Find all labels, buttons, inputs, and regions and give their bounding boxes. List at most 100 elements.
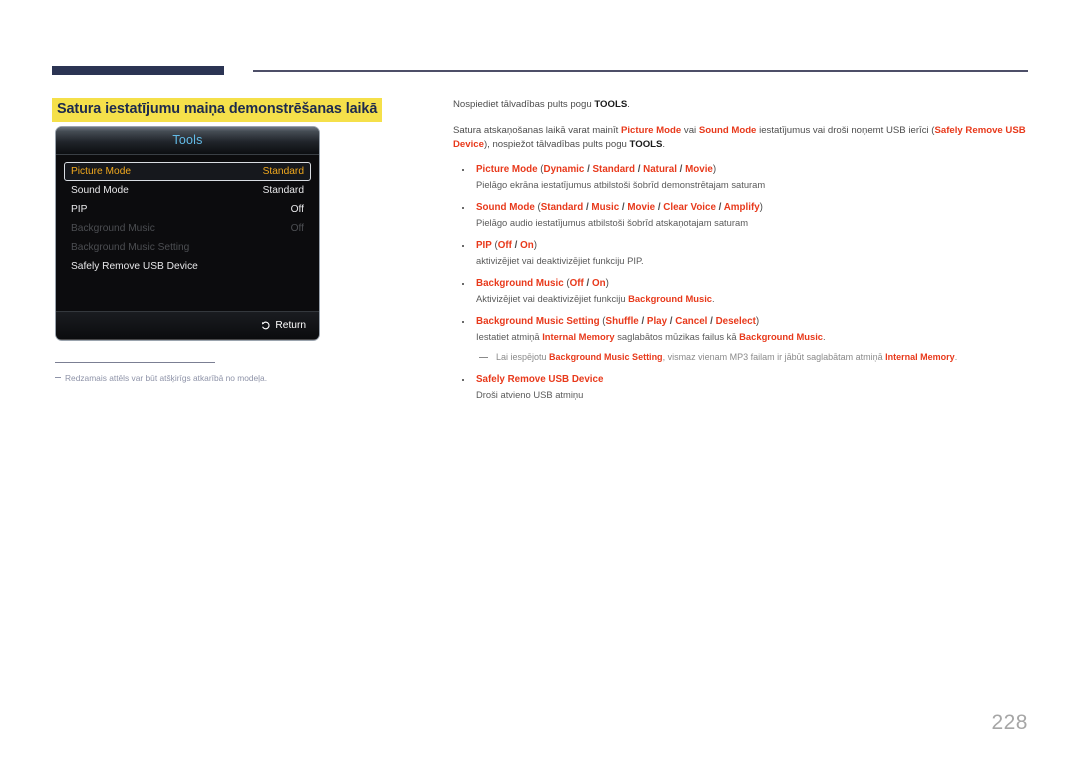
note-mid: , vismaz vienam MP3 failam ir jābūt sagl…	[662, 351, 886, 362]
option-value-0: Off	[569, 277, 584, 289]
option-value-0: Off	[497, 239, 512, 251]
header-accent-bar	[52, 66, 224, 75]
option-value-0: Dynamic	[543, 163, 585, 175]
menu-item-label: Safely Remove USB Device	[71, 261, 198, 272]
option-description: Pielāgo audio iestatījumus atbilstoši šo…	[476, 216, 749, 228]
option-value-1: Standard	[592, 163, 635, 175]
option-title: Sound Mode (Standard / Music / Movie / C…	[476, 201, 763, 213]
footnote-dash-icon	[55, 377, 61, 378]
return-button[interactable]: Return	[261, 320, 306, 331]
option-name: Picture Mode	[476, 163, 538, 175]
menu-item-value: Off	[290, 223, 304, 234]
menu-item-label: Sound Mode	[71, 185, 129, 196]
option-value-1: On	[520, 239, 534, 251]
option-description: Iestatiet atmiņā Internal Memory saglabā…	[476, 330, 1031, 344]
tools-menu-title: Tools	[56, 127, 319, 155]
list-item-sound-mode: Sound Mode (Standard / Music / Movie / C…	[453, 201, 1031, 230]
options-list: Picture Mode (Dynamic / Standard / Natur…	[453, 163, 1031, 402]
option-value-1: Play	[646, 315, 668, 327]
option-value-3: Movie	[685, 163, 713, 175]
list-item-picture-mode: Picture Mode (Dynamic / Standard / Natur…	[453, 163, 1031, 192]
page-number: 228	[991, 711, 1028, 734]
desc-keyword-internal-memory: Internal Memory	[542, 330, 615, 342]
menu-item-value: Standard	[262, 166, 304, 177]
menu-item-value: Standard	[262, 185, 304, 196]
option-name: Background Music	[476, 277, 564, 289]
intro-text-pre: Nospiediet tālvadības pults pogu	[453, 99, 595, 110]
note-keyword-bgm-setting: Background Music Setting	[549, 351, 663, 362]
desc-part-1: Satura atskaņošanas laikā varat mainīt	[453, 124, 621, 136]
desc-part-3: iestatījumus vai droši noņemt USB ierīci…	[756, 124, 935, 136]
desc-keyword-tools: TOOLS	[629, 139, 663, 150]
menu-item-label: Background Music	[71, 223, 155, 234]
desc-pre: Iestatiet atmiņā	[476, 330, 543, 342]
return-arrow-icon	[262, 321, 271, 329]
option-value-3: Deselect	[715, 315, 756, 327]
option-title: Safely Remove USB Device	[476, 373, 1031, 387]
description-paragraph: Satura atskaņošanas laikā varat mainīt P…	[453, 124, 1031, 153]
list-item-safely-remove-usb-device: Safely Remove USB Device Droši atvieno U…	[453, 373, 1031, 402]
return-label: Return	[275, 320, 306, 331]
option-description: Pielāgo ekrāna iestatījumus atbilstoši š…	[476, 178, 766, 190]
intro-text-post: .	[627, 99, 630, 110]
menu-item-safely-remove-usb-device[interactable]: Safely Remove USB Device	[64, 257, 311, 276]
option-value-0: Standard	[540, 201, 584, 213]
desc-part-5: .	[662, 139, 666, 150]
menu-item-pip[interactable]: PIP Off	[64, 200, 311, 219]
option-description: Aktivizējiet vai deaktivizējiet funkciju…	[476, 292, 1031, 306]
option-value-1: Music	[591, 201, 620, 213]
list-item-pip: PIP (Off / On) aktivizējiet vai deaktivi…	[453, 239, 1031, 268]
body-column: Nospiediet tālvadības pults pogu TOOLS. …	[453, 98, 1031, 411]
option-description: aktivizējiet vai deaktivizējiet funkciju…	[476, 254, 644, 266]
note-pre: Lai iespējotu	[496, 351, 550, 362]
desc-post: .	[712, 292, 715, 304]
desc-pre: Aktivizējiet vai deaktivizējiet funkciju	[476, 292, 629, 304]
option-name: Background Music Setting	[476, 315, 600, 327]
option-title: Background Music Setting (Shuffle / Play…	[476, 315, 760, 327]
desc-post: .	[823, 330, 826, 342]
option-value-2: Natural	[643, 163, 677, 175]
menu-item-label: Picture Mode	[71, 166, 132, 177]
tv-osd-screenshot: Tools Picture Mode Standard Sound Mode S…	[55, 126, 320, 341]
section-title: Satura iestatījumu maiņa demonstrēšanas …	[52, 98, 383, 122]
option-value-1: On	[591, 277, 606, 289]
option-value-2: Movie	[627, 201, 656, 213]
note-post: .	[954, 351, 958, 362]
desc-part-2: vai	[681, 124, 699, 136]
desc-keyword-background-music: Background Music	[739, 330, 824, 342]
option-title: Picture Mode (Dynamic / Standard / Natur…	[476, 163, 717, 175]
option-name: Sound Mode	[476, 201, 535, 213]
desc-keyword-sound-mode: Sound Mode	[698, 124, 757, 136]
menu-item-sound-mode[interactable]: Sound Mode Standard	[64, 181, 311, 200]
list-item-background-music-setting: Background Music Setting (Shuffle / Play…	[453, 315, 1031, 364]
footnote: Redzamais attēls var būt atšķirīgs atkar…	[55, 372, 435, 384]
left-column: Satura iestatījumu maiņa demonstrēšanas …	[52, 98, 432, 122]
menu-item-background-music: Background Music Off	[64, 219, 311, 238]
page-header-rules	[0, 0, 1080, 90]
desc-mid: saglabātos mūzikas failus kā	[614, 330, 740, 342]
option-value-0: Shuffle	[605, 315, 639, 327]
menu-item-background-music-setting: Background Music Setting	[64, 238, 311, 257]
header-divider-line	[253, 70, 1028, 72]
intro-paragraph: Nospiediet tālvadības pults pogu TOOLS.	[453, 98, 1031, 113]
option-description: Droši atvieno USB atmiņu	[476, 388, 584, 400]
footnote-divider	[55, 362, 215, 363]
option-title: PIP (Off / On)	[476, 239, 537, 251]
tools-menu-panel: Tools Picture Mode Standard Sound Mode S…	[55, 126, 320, 341]
list-item-background-music: Background Music (Off / On) Aktivizējiet…	[453, 277, 1031, 306]
footnote-text: Redzamais attēls var būt atšķirīgs atkar…	[65, 373, 268, 383]
note-keyword-internal-memory: Internal Memory	[885, 351, 955, 362]
intro-tools-keyword: TOOLS	[594, 99, 628, 110]
option-title: Background Music (Off / On)	[476, 277, 609, 289]
tools-menu-footer: Return	[56, 311, 319, 339]
desc-keyword-picture-mode: Picture Mode	[620, 124, 682, 136]
option-value-2: Cancel	[675, 315, 708, 327]
tools-menu-list: Picture Mode Standard Sound Mode Standar…	[56, 155, 319, 311]
menu-item-label: Background Music Setting	[71, 242, 190, 253]
option-value-3: Clear Voice	[663, 201, 716, 213]
desc-part-4: ), nospiežot tālvadības pults pogu	[483, 139, 630, 150]
requirement-note: Lai iespējotu Background Music Setting, …	[476, 351, 1031, 364]
option-name: PIP	[476, 239, 492, 251]
option-name: Safely Remove USB Device	[476, 373, 604, 385]
menu-item-picture-mode[interactable]: Picture Mode Standard	[64, 162, 311, 181]
